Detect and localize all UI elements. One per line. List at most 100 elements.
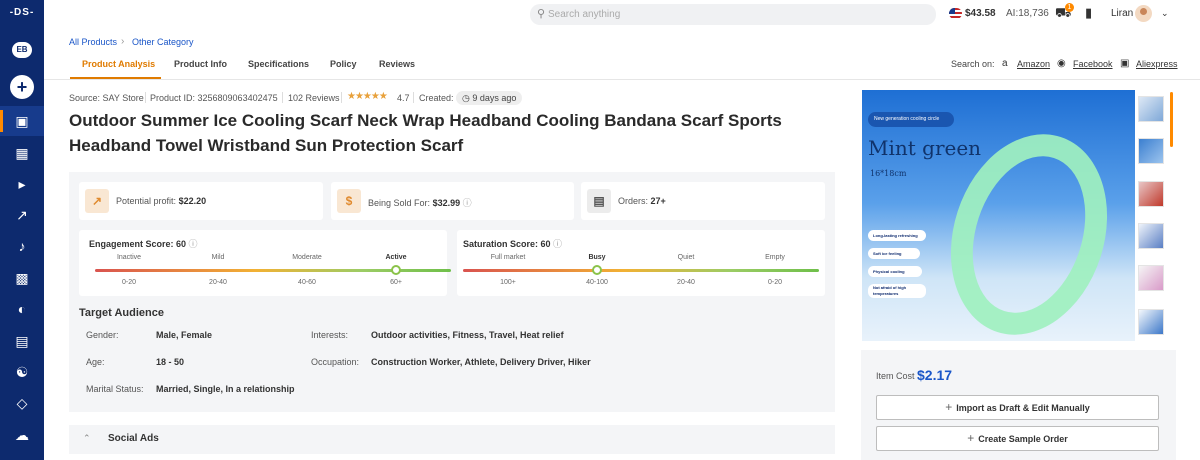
image-feature: Soft ice feeling — [868, 248, 920, 259]
cloud-icon[interactable]: ☁ — [0, 420, 44, 450]
megaphone-icon[interactable]: ▸ — [0, 169, 44, 199]
engagement-range: 40-60 — [298, 279, 316, 286]
left-sidebar: -DS- EB + ▣ ▦ ▸ ↗ ♪ ▩ ◐ ▤ ☯ ◇ ☁ — [0, 0, 44, 460]
cost-panel: Item Cost $2.17 + Import as Draft & Edit … — [861, 350, 1176, 460]
sold-label: Being Sold For: $32.99 ⓘ — [368, 198, 472, 208]
chat-icon[interactable]: ▮ — [1085, 5, 1092, 21]
import-draft-label: Import as Draft & Edit Manually — [956, 403, 1090, 413]
thumbnail[interactable] — [1138, 96, 1164, 122]
breadcrumb-all-products[interactable]: All Products — [69, 37, 117, 47]
help-icon[interactable]: ⓘ — [553, 239, 562, 249]
aliexpress-icon: ▣ — [1120, 58, 1130, 69]
document-icon[interactable]: ▤ — [0, 326, 44, 356]
amazon-icon: a — [1002, 58, 1008, 69]
tab-specifications[interactable]: Specifications — [248, 59, 309, 69]
interests-value: Outdoor activities, Fitness, Travel, Hea… — [371, 330, 564, 340]
user-name[interactable]: Liran — [1111, 8, 1133, 19]
social-ads-section[interactable]: ⌃ Social Ads — [69, 425, 835, 454]
rating-stars-icon: ★★★★★ — [347, 91, 388, 102]
package-icon[interactable]: ◇ — [0, 388, 44, 418]
create-sample-order-button[interactable]: + Create Sample Order — [876, 426, 1159, 451]
box-icon[interactable]: ▣ — [0, 106, 44, 136]
product-title: Outdoor Summer Ice Cooling Scarf Neck Wr… — [69, 111, 782, 155]
occupation-label: Occupation: — [311, 357, 360, 367]
help-icon[interactable]: ⓘ — [189, 239, 198, 249]
gender-label: Gender: — [86, 330, 119, 340]
engagement-marker — [391, 265, 401, 275]
search-icon: ⚲ — [537, 8, 546, 20]
age-label: Age: — [86, 357, 105, 367]
review-count[interactable]: 102 Reviews — [288, 93, 340, 103]
engagement-range: 60+ — [390, 279, 402, 286]
app-logo[interactable]: -DS- — [0, 7, 44, 18]
import-draft-button[interactable]: + Import as Draft & Edit Manually — [876, 395, 1159, 420]
chevron-down-icon[interactable]: ⌄ — [1161, 8, 1169, 19]
thumbnail[interactable] — [1138, 223, 1164, 249]
chart-icon[interactable]: ↗ — [0, 200, 44, 230]
gender-value: Male, Female — [156, 330, 213, 340]
plus-icon: + — [967, 431, 975, 445]
avatar[interactable] — [1135, 5, 1152, 22]
tab-policy[interactable]: Policy — [330, 59, 357, 69]
created-value: 9 days ago — [472, 93, 517, 103]
marital-value: Married, Single, In a relationship — [156, 384, 295, 394]
thumbnail-scrollbar[interactable] — [1170, 92, 1173, 147]
marital-label: Marital Status: — [86, 384, 144, 394]
tiktok-icon[interactable]: ♪ — [0, 231, 44, 261]
thumbnail[interactable] — [1138, 181, 1164, 207]
clock-icon: ◷ — [462, 93, 473, 103]
image-color-name: Mint green — [868, 136, 982, 160]
saturation-level: Busy — [588, 254, 606, 261]
engagement-level: Moderate — [292, 254, 322, 261]
image-banner: New generation cooling circle — [868, 112, 954, 127]
source-store: Source: SAY Store — [69, 93, 144, 103]
thumbnail[interactable] — [1138, 309, 1164, 335]
gift-icon[interactable]: ▩ — [0, 263, 44, 293]
saturation-score-card: Saturation Score: 60 ⓘ Full market Busy … — [457, 230, 825, 296]
search-on-label: Search on: — [951, 59, 995, 69]
search-input[interactable] — [548, 7, 918, 22]
tab-reviews[interactable]: Reviews — [379, 59, 415, 69]
potential-profit-card: ↗ Potential profit: $22.20 — [79, 182, 323, 220]
ai-credits[interactable]: AI:18,736 — [1006, 8, 1049, 19]
engagement-level: Active — [385, 254, 407, 261]
thumbnail[interactable] — [1138, 138, 1164, 164]
help-icon[interactable]: ⓘ — [463, 198, 472, 208]
age-value: 18 - 50 — [156, 357, 185, 367]
aliexpress-link[interactable]: Aliexpress — [1136, 59, 1178, 69]
balance[interactable]: $43.58 — [965, 8, 996, 19]
item-cost-label: Item Cost — [876, 371, 915, 381]
engagement-level: Inactive — [116, 254, 142, 261]
engagement-level: Mild — [211, 254, 225, 261]
tab-product-info[interactable]: Product Info — [174, 59, 227, 69]
image-size: 16*18cm — [870, 169, 907, 178]
saturation-bar — [463, 269, 819, 272]
target-audience-heading: Target Audience — [79, 307, 164, 319]
us-flag-icon[interactable] — [949, 8, 962, 19]
social-ads-label: Social Ads — [108, 433, 159, 444]
trend-icon: ↗ — [85, 189, 109, 213]
global-search[interactable]: ⚲ — [530, 4, 936, 25]
profit-value: $22.20 — [178, 196, 207, 206]
gauge-icon[interactable]: ◐ — [0, 294, 44, 324]
eb-badge[interactable]: EB — [12, 42, 32, 58]
users-icon[interactable]: ☯ — [0, 357, 44, 387]
chevron-up-icon[interactable]: ⌃ — [83, 433, 91, 444]
meta-divider — [341, 92, 342, 103]
saturation-title: Saturation Score: 60 ⓘ — [463, 239, 563, 249]
product-id: Product ID: 3256809063402475 — [150, 93, 278, 103]
add-button[interactable]: + — [10, 75, 34, 99]
meta-divider — [282, 92, 283, 103]
image-feature: Physical cooling — [868, 266, 922, 277]
created-label: Created: — [419, 93, 454, 103]
breadcrumb-category[interactable]: Other Category — [132, 37, 194, 47]
thumbnail[interactable] — [1138, 265, 1164, 291]
tab-product-analysis[interactable]: Product Analysis — [82, 59, 155, 69]
facebook-link[interactable]: Facebook — [1073, 59, 1113, 69]
store-icon[interactable]: ▦ — [0, 138, 44, 168]
orders-label: Orders: 27+ — [618, 196, 666, 206]
product-main-image[interactable]: New generation cooling circle Mint green… — [862, 90, 1135, 341]
amazon-link[interactable]: Amazon — [1017, 59, 1050, 69]
meta-divider — [413, 92, 414, 103]
saturation-level: Full market — [490, 254, 526, 261]
